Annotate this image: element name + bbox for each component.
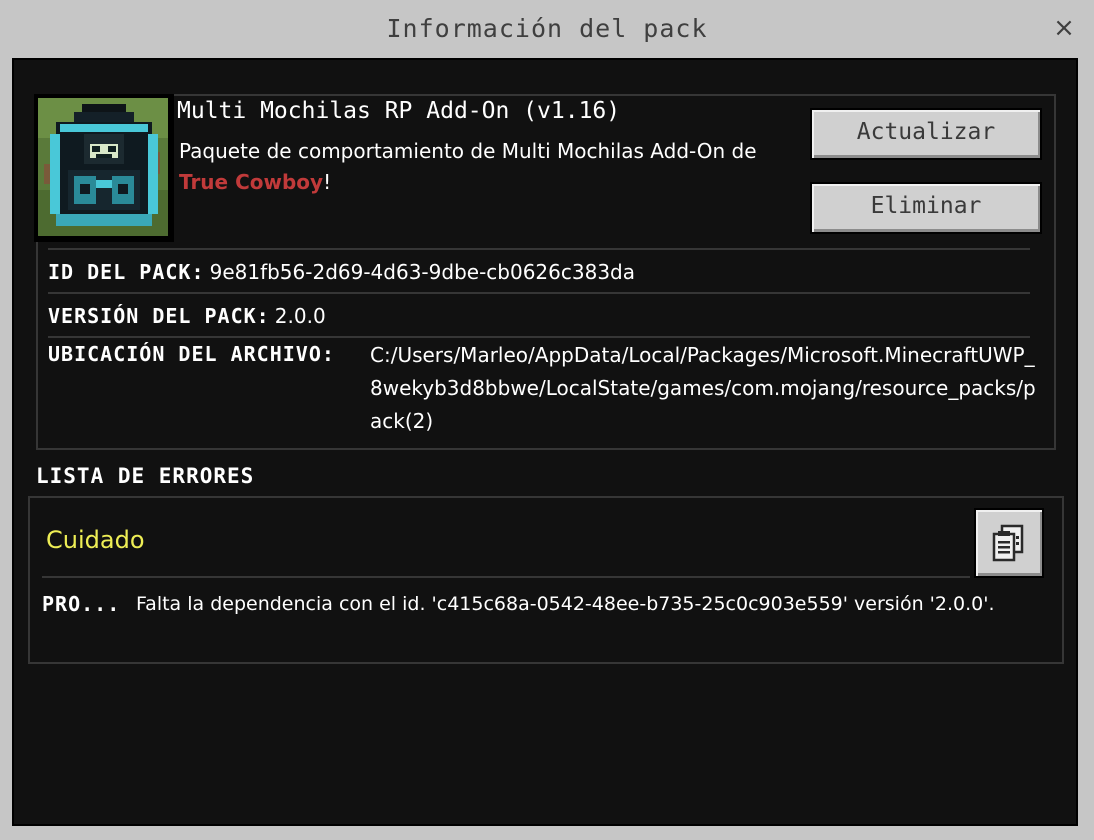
warning-severity-label: Cuidado <box>46 526 145 554</box>
divider <box>42 576 970 578</box>
divider <box>48 292 1030 294</box>
pack-id-label: ID DEL PACK: <box>48 260 205 284</box>
content-area: Multi Mochilas RP Add-On (v1.16) Paquete… <box>12 58 1078 826</box>
error-message: Falta la dependencia con el id. 'c415c68… <box>136 593 995 615</box>
copy-errors-button[interactable] <box>974 508 1044 578</box>
error-code: PRO... <box>42 592 121 616</box>
errors-panel: Cuidado PRO... Falta la dependencia con … <box>28 496 1064 664</box>
pack-info-window: Información del pack × Multi Mochilas RP… <box>0 0 1094 840</box>
close-button[interactable]: × <box>1050 14 1078 42</box>
delete-button[interactable]: Eliminar <box>810 182 1042 234</box>
pack-id-value: 9e81fb56-2d69-4d63-9dbe-cb0626c383da <box>209 260 635 284</box>
pack-id-row: ID DEL PACK: 9e81fb56-2d69-4d63-9dbe-cb0… <box>48 260 635 284</box>
divider <box>48 248 1030 250</box>
divider <box>48 336 1030 338</box>
pack-version-row: VERSIÓN DEL PACK: 2.0.0 <box>48 304 326 328</box>
window-title: Información del pack <box>386 14 708 43</box>
update-button[interactable]: Actualizar <box>810 108 1042 160</box>
pack-version-label: VERSIÓN DEL PACK: <box>48 304 270 328</box>
pack-author: True Cowboy <box>179 170 324 194</box>
title-bar: Información del pack × <box>0 0 1094 58</box>
clipboard-copy-icon <box>992 524 1024 562</box>
pack-description: Paquete de comportamiento de Multi Mochi… <box>179 136 804 198</box>
errors-title: LISTA DE ERRORES <box>36 464 255 488</box>
pack-description-text: Paquete de comportamiento de Multi Mochi… <box>179 139 757 163</box>
pack-location-value: C:/Users/Marleo/AppData/Local/Packages/M… <box>370 343 1036 433</box>
pack-name: Multi Mochilas RP Add-On (v1.16) <box>177 98 621 124</box>
backpack-pack-icon <box>34 94 174 242</box>
pack-location-label: UBICACIÓN DEL ARCHIVO: <box>48 342 335 366</box>
pack-description-suffix: ! <box>323 170 332 194</box>
pack-version-value: 2.0.0 <box>274 304 326 328</box>
